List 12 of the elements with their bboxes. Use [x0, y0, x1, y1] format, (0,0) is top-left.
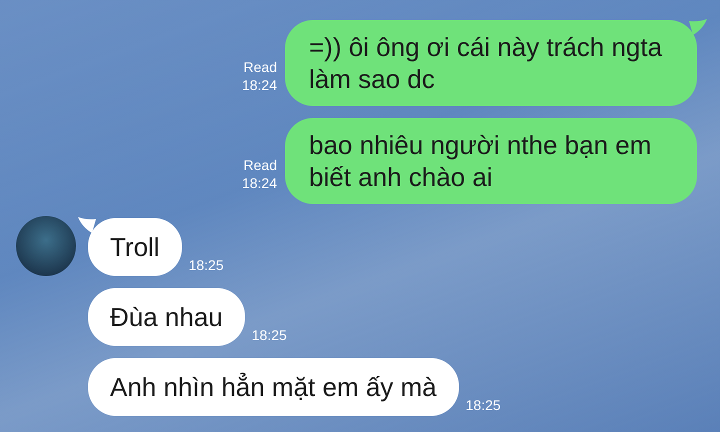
message-time: 18:24	[242, 76, 277, 94]
read-receipt: Read	[242, 156, 277, 174]
message-time: 18:25	[252, 326, 287, 344]
bubble-tail	[689, 19, 707, 35]
message-bubble: Đùa nhau	[88, 288, 245, 346]
bubble-tail	[78, 217, 96, 233]
message-bubble: bao nhiêu người nthe bạn em biết anh chào ai	[285, 118, 697, 204]
read-receipt: Read	[242, 58, 277, 76]
message-bubble: Anh nhìn hẳn mặt em ấy mà	[88, 358, 459, 416]
message-time: 18:25	[188, 256, 224, 274]
message-time: 18:25	[466, 396, 501, 414]
message-time: 18:24	[242, 174, 277, 192]
